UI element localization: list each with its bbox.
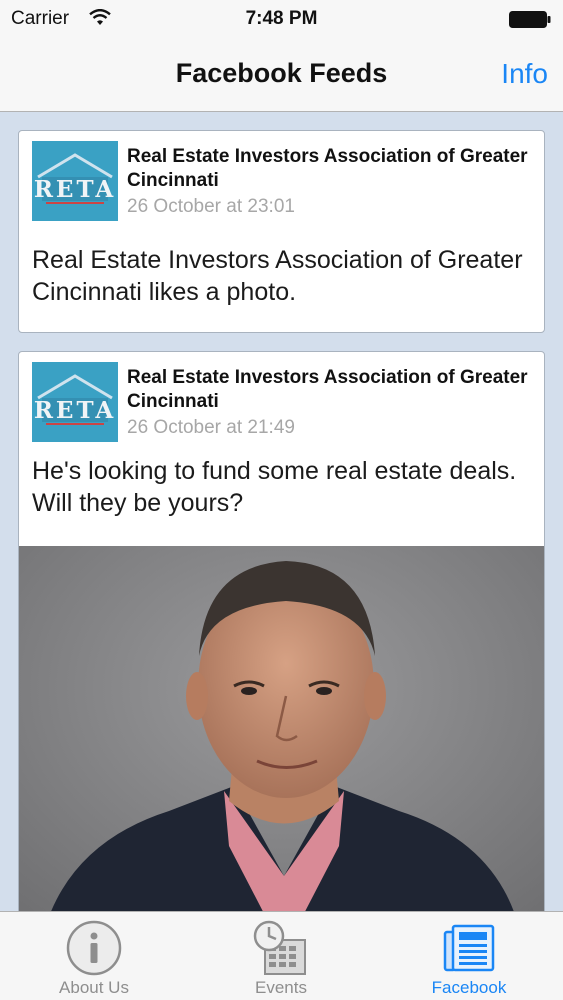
tab-label: Events (255, 978, 307, 997)
tab-events[interactable]: Events (187, 912, 375, 1000)
post-photo[interactable] (19, 546, 544, 911)
post-author[interactable]: Real Estate Investors Association of Gre… (127, 366, 537, 414)
svg-text:RETA: RETA (34, 176, 116, 203)
post-author[interactable]: Real Estate Investors Association of Gre… (127, 145, 537, 193)
battery-icon (509, 11, 551, 28)
info-button[interactable]: Info (501, 58, 548, 90)
tab-facebook[interactable]: Facebook (375, 912, 563, 1000)
svg-text:RETA: RETA (34, 397, 116, 424)
navigation-bar: Facebook Feeds Info (0, 38, 563, 112)
status-time: 7:48 PM (245, 8, 318, 29)
feed-post[interactable]: RETA Real Estate Investors Association o… (18, 351, 545, 911)
page-avatar[interactable]: RETA (32, 141, 118, 221)
tab-label: About Us (59, 978, 129, 997)
tab-bar: About Us Events Facebook (0, 911, 563, 1000)
page-avatar[interactable]: RETA (32, 362, 118, 442)
page-title: Facebook Feeds (175, 58, 388, 88)
feed-post[interactable]: RETA Real Estate Investors Association o… (18, 130, 545, 333)
tab-about-us[interactable]: About Us (0, 912, 188, 1000)
status-bar: Carrier 7:48 PM (0, 0, 563, 38)
post-message: He's looking to fund some real estate de… (32, 457, 517, 517)
post-timestamp: 26 October at 23:01 (127, 196, 295, 217)
feed-list[interactable]: RETA Real Estate Investors Association o… (0, 113, 563, 911)
calendar-clock-icon (251, 918, 311, 978)
tab-label: Facebook (431, 978, 507, 997)
post-timestamp: 26 October at 21:49 (127, 417, 295, 438)
info-circle-icon (64, 918, 124, 978)
post-message: Real Estate Investors Association of Gre… (32, 246, 523, 306)
newspaper-icon (439, 918, 499, 978)
